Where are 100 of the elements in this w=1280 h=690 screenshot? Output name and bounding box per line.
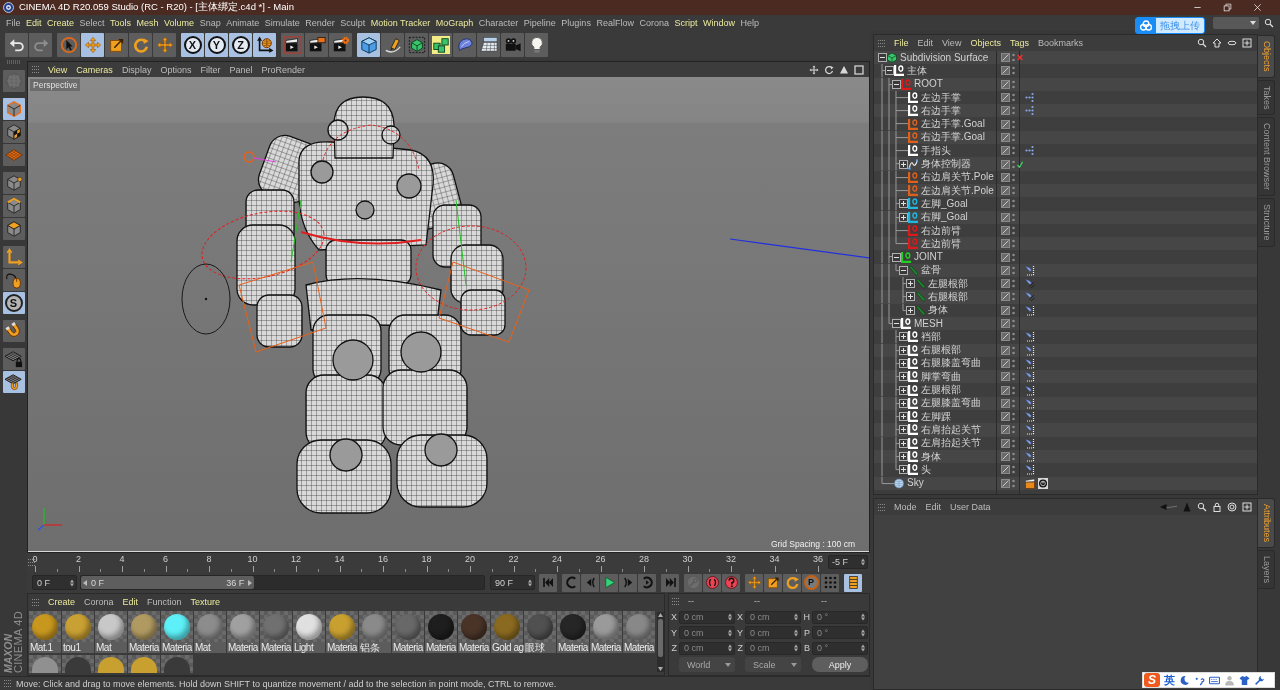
layer-icon[interactable] [1001,358,1010,368]
scale-key-button[interactable] [764,573,782,592]
menu-item[interactable]: Tools [110,18,132,28]
menu-item[interactable]: Options [160,64,192,75]
edges-mode-button[interactable] [2,195,25,217]
layout-dropdown[interactable] [1212,17,1259,29]
search-icon[interactable] [1197,38,1207,48]
shirt-icon[interactable] [1239,674,1250,686]
light-button[interactable] [525,33,548,57]
visibility-dots-icon[interactable] [1012,372,1015,382]
tree-toggle-icon[interactable] [899,396,908,410]
zoom-view-icon[interactable] [839,64,849,75]
pin-cross-icon[interactable] [1025,278,1035,290]
layer-icon[interactable] [1001,438,1010,448]
menu-item[interactable]: Simulate [264,18,300,28]
cube-button[interactable] [357,33,380,57]
tree-toggle-icon[interactable] [899,370,908,384]
object-row[interactable]: 身体控制器 [874,157,1257,171]
menu-item[interactable]: Texture [190,597,221,607]
workplane-lock-button[interactable] [2,348,25,370]
material-tile[interactable]: Materia [326,611,358,653]
tree-toggle-icon[interactable] [899,436,908,450]
render-view-button[interactable] [281,33,304,57]
menu-item[interactable]: Snap [199,18,221,28]
layer-icon[interactable] [1001,252,1010,262]
layer-icon[interactable] [1001,412,1010,422]
menu-item[interactable]: View [48,64,68,75]
menu-item[interactable]: Pipeline [523,18,556,28]
parameter-key-button[interactable]: P [802,573,820,592]
point-level-key-button[interactable] [821,573,839,592]
layer-icon[interactable] [1001,305,1010,315]
tree-toggle-icon[interactable] [899,343,908,357]
menu-item[interactable]: MoGraph [435,18,474,28]
visibility-dots-icon[interactable] [1012,79,1015,89]
layer-icon[interactable] [1001,79,1010,89]
ime-mode-toggle[interactable]: 英 [1164,674,1175,686]
z-axis-button[interactable]: Z [229,33,252,57]
layer-icon[interactable] [1001,385,1010,395]
range-slider-fill[interactable]: 0 F 36 F [81,576,255,589]
go-to-end-button[interactable] [661,573,679,592]
menu-item[interactable]: Window [702,18,735,28]
menu-item[interactable]: Corona [84,597,114,607]
visibility-dots-icon[interactable] [1012,159,1015,169]
menu-item[interactable]: Edit [26,18,42,28]
layer-icon[interactable] [1001,132,1010,142]
pin-dots-icon[interactable] [1025,371,1035,383]
menu-item[interactable]: Animate [226,18,260,28]
menu-item[interactable]: Corona [639,18,669,28]
visibility-dots-icon[interactable] [1012,358,1015,368]
layer-icon[interactable] [1001,478,1010,488]
visibility-dots-icon[interactable] [1012,106,1015,116]
clapper-icon[interactable] [1025,477,1035,489]
workplane-mode-button[interactable] [2,144,25,166]
material-tile[interactable]: Materia [260,611,292,653]
menu-item[interactable]: Create [47,18,75,28]
visibility-dots-icon[interactable] [1012,132,1015,142]
tweak-mode-button[interactable] [2,269,25,291]
panel-tab[interactable]: Structure [1258,198,1275,247]
y-axis-button[interactable]: Y [205,33,228,57]
menu-item[interactable]: Objects [970,38,1001,48]
menu-item[interactable]: Volume [164,18,195,28]
previous-key-button[interactable] [562,573,580,592]
scale-tool-button[interactable] [105,33,128,57]
tree-toggle-icon[interactable] [899,330,908,344]
pin-dots-icon[interactable] [1025,397,1035,409]
array-button[interactable] [429,33,452,57]
live-selection-button[interactable] [57,33,80,57]
grip-handle-icon[interactable] [4,679,11,688]
material-tile[interactable]: Mat [95,611,127,653]
ime-logo[interactable]: S [1144,673,1160,687]
menu-item[interactable]: Cameras [76,64,113,75]
search-icon[interactable] [1264,18,1274,28]
pin-dots-icon[interactable] [1025,384,1035,396]
material-tile[interactable]: Light [293,611,325,653]
menu-item[interactable]: Edit [917,38,934,48]
record-button[interactable] [703,573,721,592]
layer-icon[interactable] [1001,119,1010,129]
menu-item[interactable]: File [894,38,909,48]
plus-box-icon[interactable] [1242,38,1252,48]
menu-item[interactable]: Filter [200,64,221,75]
tree-toggle-icon[interactable] [906,290,915,304]
layer-icon[interactable] [1001,66,1010,76]
visibility-dots-icon[interactable] [1012,332,1015,342]
visibility-dots-icon[interactable] [1012,438,1015,448]
dots-arrow-icon[interactable] [1025,92,1035,104]
dots-arrow-icon[interactable] [1025,145,1035,157]
model-mode-button[interactable] [2,98,25,120]
menu-item[interactable]: Function [147,597,182,607]
layer-icon[interactable] [1001,465,1010,475]
material-tile[interactable]: Mat [194,611,226,653]
object-row[interactable]: 脚掌弯曲 [874,370,1257,384]
material-tile[interactable]: Materia [128,611,160,653]
material-tile[interactable]: Materia [590,611,622,653]
tree-toggle-icon[interactable] [892,77,901,91]
menu-item[interactable]: Edit [122,597,139,607]
layer-icon[interactable] [1001,226,1010,235]
snap-button[interactable] [2,320,25,342]
pin-dots-icon[interactable] [1025,344,1035,356]
layer-icon[interactable] [1001,146,1010,156]
visibility-dots-icon[interactable] [1012,319,1015,329]
